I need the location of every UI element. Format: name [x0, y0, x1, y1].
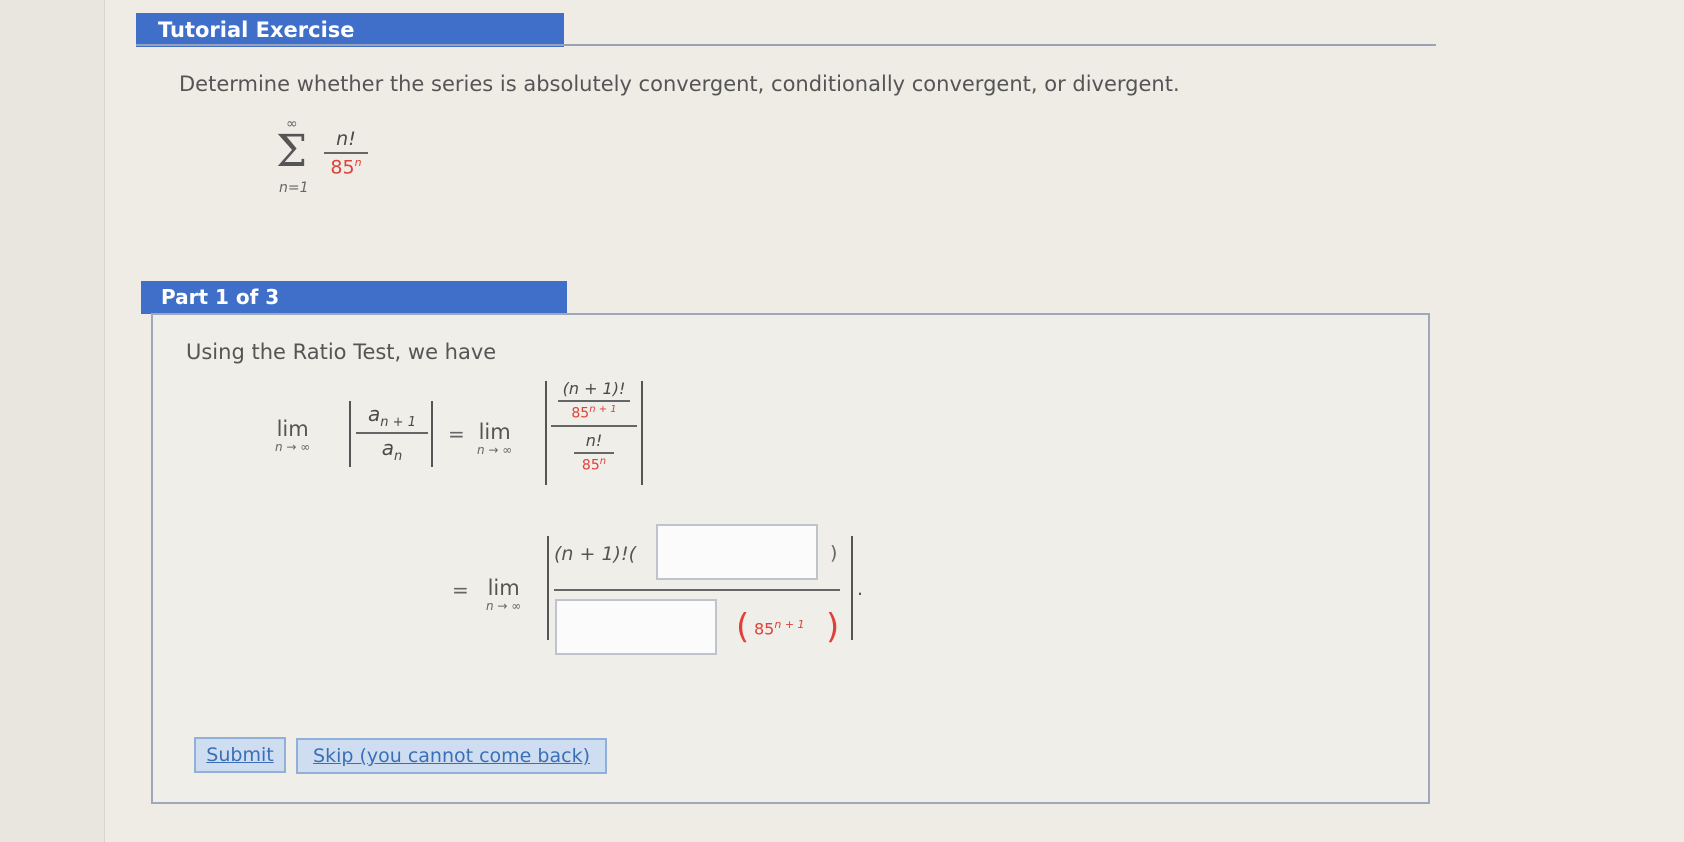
equals-sign-2: =	[452, 578, 469, 602]
equals-sign-1: =	[448, 422, 465, 446]
ratio-fraction: an + 1 an	[356, 402, 428, 464]
abs-bar-left-1	[349, 401, 351, 467]
ratio-denominator: an	[381, 435, 403, 464]
limit-2: lim n → ∞	[477, 420, 513, 457]
ratio-numerator: an + 1	[368, 402, 416, 430]
submit-button[interactable]: Submit	[194, 737, 286, 773]
compound-fraction: (n + 1)! 85n + 1 n! 85n	[551, 379, 637, 473]
abs-bar-right-1	[431, 401, 433, 467]
denominator-answer-input[interactable]	[555, 599, 717, 655]
ratio-test-intro: Using the Ratio Test, we have	[186, 340, 497, 364]
paren-close: )	[826, 607, 840, 647]
limit-1: lim n → ∞	[275, 417, 311, 454]
abs-bar-right-2	[641, 381, 643, 485]
series-numerator: n!	[336, 128, 356, 150]
fraction-bar	[356, 432, 428, 434]
step2-denominator-power: 85n + 1	[754, 618, 805, 639]
series-fraction: n! 85n	[324, 128, 368, 178]
abs-bar-left-3	[547, 536, 549, 640]
sum-lower-limit: n=1	[279, 180, 309, 196]
fraction-bar	[324, 152, 368, 154]
part-header: Part 1 of 3	[141, 281, 567, 314]
header-divider	[136, 44, 1436, 46]
trailing-period: .	[857, 578, 864, 600]
tutorial-header: Tutorial Exercise	[136, 13, 564, 47]
skip-button[interactable]: Skip (you cannot come back)	[296, 738, 607, 774]
abs-bar-left-2	[545, 381, 547, 485]
question-text: Determine whether the series is absolute…	[179, 72, 1180, 96]
abs-bar-right-3	[851, 536, 853, 640]
main-fraction-bar	[551, 425, 637, 428]
step2-numerator-suffix: )	[830, 542, 838, 564]
series-denominator: 85n	[330, 155, 362, 178]
step2-fraction-bar	[554, 589, 840, 591]
sigma-symbol: Σ	[276, 126, 308, 177]
limit-3: lim n → ∞	[486, 576, 522, 613]
step2-numerator-prefix: (n + 1)!(	[554, 543, 636, 565]
lower-fraction: n! 85n	[551, 431, 637, 473]
paren-open: (	[736, 607, 750, 647]
numerator-answer-input[interactable]	[656, 524, 818, 580]
upper-fraction: (n + 1)! 85n + 1	[551, 379, 637, 421]
